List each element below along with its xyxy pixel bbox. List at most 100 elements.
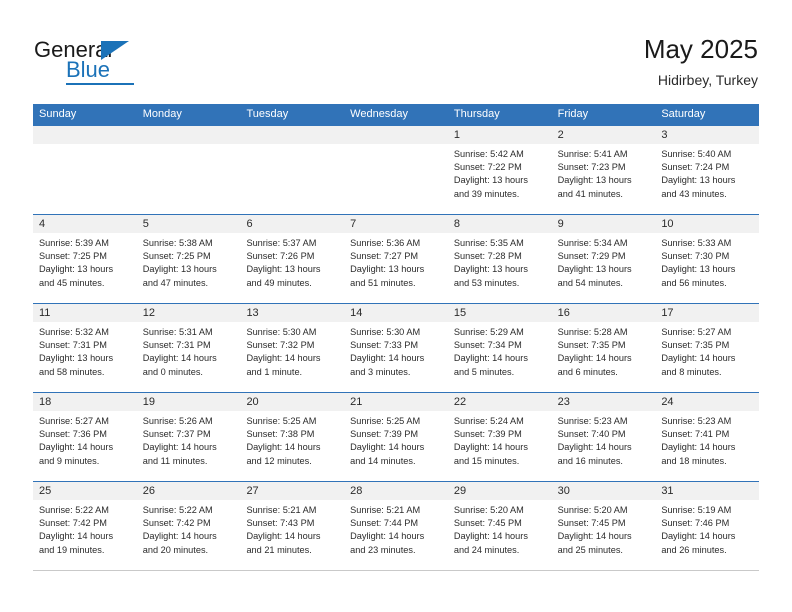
daylight-text-line2: and 39 minutes. <box>453 188 520 199</box>
daylight-text-line2: and 16 minutes. <box>557 455 623 466</box>
day-number: 21 <box>344 393 448 411</box>
daylight-text-line2: and 0 minutes. <box>142 366 203 377</box>
calendar-week-row: 11 Sunrise: 5:32 AM Sunset: 7:31 PM Dayl… <box>33 303 760 392</box>
weekday-header-wednesday: Wednesday <box>350 108 409 120</box>
daylight-text-line2: and 26 minutes. <box>661 544 727 555</box>
sunrise-text: Sunrise: 5:27 AM <box>39 416 109 426</box>
calendar-day-cell[interactable]: 2 Sunrise: 5:41 AM Sunset: 7:23 PM Dayli… <box>551 126 656 214</box>
sunrise-text: Sunrise: 5:31 AM <box>142 327 213 337</box>
calendar-day-cell[interactable]: 18 Sunrise: 5:27 AM Sunset: 7:36 PM Dayl… <box>33 393 137 481</box>
day-number: 22 <box>447 393 552 411</box>
calendar-day-cell[interactable]: 24 Sunrise: 5:23 AM Sunset: 7:41 PM Dayl… <box>655 393 760 481</box>
calendar-day-cell[interactable]: 23 Sunrise: 5:23 AM Sunset: 7:40 PM Dayl… <box>551 393 656 481</box>
sunset-text: Sunset: 7:26 PM <box>246 251 315 262</box>
calendar-day-cell[interactable]: 19 Sunrise: 5:26 AM Sunset: 7:37 PM Dayl… <box>136 393 241 481</box>
calendar-day-cell[interactable]: 17 Sunrise: 5:27 AM Sunset: 7:35 PM Dayl… <box>655 304 760 392</box>
daylight-text-line1: Daylight: 14 hours <box>350 442 425 453</box>
sunrise-text: Sunrise: 5:32 AM <box>39 327 109 337</box>
calendar-day-cell[interactable]: 20 Sunrise: 5:25 AM Sunset: 7:38 PM Dayl… <box>240 393 345 481</box>
day-details: Sunrise: 5:41 AM Sunset: 7:23 PM Dayligh… <box>552 144 656 201</box>
calendar-day-cell[interactable] <box>33 126 137 214</box>
calendar-day-cell[interactable]: 10 Sunrise: 5:33 AM Sunset: 7:30 PM Dayl… <box>655 215 760 303</box>
day-number: 2 <box>551 126 656 144</box>
daylight-text-line2: and 41 minutes. <box>557 188 623 199</box>
sunrise-text: Sunrise: 5:33 AM <box>661 238 732 248</box>
sunrise-text: Sunrise: 5:29 AM <box>453 327 524 337</box>
daylight-text-line2: and 12 minutes. <box>246 455 312 466</box>
day-details: Sunrise: 5:28 AM Sunset: 7:35 PM Dayligh… <box>552 322 656 379</box>
day-details: Sunrise: 5:26 AM Sunset: 7:37 PM Dayligh… <box>137 411 241 468</box>
sunset-text: Sunset: 7:45 PM <box>453 518 522 529</box>
calendar-day-cell[interactable]: 3 Sunrise: 5:40 AM Sunset: 7:24 PM Dayli… <box>655 126 760 214</box>
day-details: Sunrise: 5:30 AM Sunset: 7:33 PM Dayligh… <box>344 322 448 379</box>
daylight-text-line1: Daylight: 13 hours <box>350 264 425 275</box>
calendar-day-cell[interactable]: 28 Sunrise: 5:21 AM Sunset: 7:44 PM Dayl… <box>344 482 448 570</box>
calendar-day-cell[interactable]: 11 Sunrise: 5:32 AM Sunset: 7:31 PM Dayl… <box>33 304 137 392</box>
calendar-day-cell[interactable]: 9 Sunrise: 5:34 AM Sunset: 7:29 PM Dayli… <box>551 215 656 303</box>
day-number: 27 <box>240 482 345 500</box>
calendar-day-cell[interactable]: 30 Sunrise: 5:20 AM Sunset: 7:45 PM Dayl… <box>551 482 656 570</box>
daylight-text-line2: and 25 minutes. <box>557 544 623 555</box>
day-details: Sunrise: 5:25 AM Sunset: 7:38 PM Dayligh… <box>240 411 344 468</box>
calendar-day-cell[interactable]: 21 Sunrise: 5:25 AM Sunset: 7:39 PM Dayl… <box>344 393 448 481</box>
day-number: 3 <box>655 126 760 144</box>
day-details: Sunrise: 5:23 AM Sunset: 7:40 PM Dayligh… <box>552 411 656 468</box>
calendar-day-cell[interactable]: 26 Sunrise: 5:22 AM Sunset: 7:42 PM Dayl… <box>136 482 241 570</box>
daylight-text-line1: Daylight: 13 hours <box>453 264 528 275</box>
sunrise-text: Sunrise: 5:35 AM <box>453 238 524 248</box>
calendar-day-cell[interactable] <box>136 126 241 214</box>
daylight-text-line2: and 6 minutes. <box>557 366 618 377</box>
calendar-day-cell[interactable]: 25 Sunrise: 5:22 AM Sunset: 7:42 PM Dayl… <box>33 482 137 570</box>
calendar-day-cell[interactable]: 29 Sunrise: 5:20 AM Sunset: 7:45 PM Dayl… <box>447 482 552 570</box>
calendar-day-cell[interactable]: 22 Sunrise: 5:24 AM Sunset: 7:39 PM Dayl… <box>447 393 552 481</box>
day-number: 23 <box>551 393 656 411</box>
day-details: Sunrise: 5:39 AM Sunset: 7:25 PM Dayligh… <box>33 233 137 290</box>
day-details: Sunrise: 5:42 AM Sunset: 7:22 PM Dayligh… <box>448 144 552 201</box>
daylight-text-line2: and 45 minutes. <box>39 277 105 288</box>
calendar-day-cell[interactable]: 14 Sunrise: 5:30 AM Sunset: 7:33 PM Dayl… <box>344 304 448 392</box>
day-number: 7 <box>344 215 448 233</box>
calendar-day-cell[interactable]: 8 Sunrise: 5:35 AM Sunset: 7:28 PM Dayli… <box>447 215 552 303</box>
calendar-day-cell[interactable]: 13 Sunrise: 5:30 AM Sunset: 7:32 PM Dayl… <box>240 304 345 392</box>
sunset-text: Sunset: 7:32 PM <box>246 340 315 351</box>
general-blue-logo: General Blue <box>34 38 164 86</box>
calendar-bottom-divider <box>33 570 759 571</box>
day-number: 25 <box>33 482 137 500</box>
daylight-text-line2: and 8 minutes. <box>661 366 722 377</box>
weekday-header-monday: Monday <box>142 108 182 120</box>
calendar-day-cell[interactable]: 5 Sunrise: 5:38 AM Sunset: 7:25 PM Dayli… <box>136 215 241 303</box>
daylight-text-line1: Daylight: 14 hours <box>350 353 425 364</box>
day-number: 6 <box>240 215 345 233</box>
calendar-day-cell[interactable] <box>344 126 448 214</box>
daylight-text-line2: and 11 minutes. <box>142 455 208 466</box>
daylight-text-line1: Daylight: 13 hours <box>557 264 632 275</box>
sunrise-text: Sunrise: 5:21 AM <box>246 505 317 515</box>
daylight-text-line2: and 56 minutes. <box>661 277 727 288</box>
day-number: 15 <box>447 304 552 322</box>
day-details: Sunrise: 5:23 AM Sunset: 7:41 PM Dayligh… <box>655 411 759 468</box>
day-details: Sunrise: 5:20 AM Sunset: 7:45 PM Dayligh… <box>552 500 656 557</box>
weekday-header-tuesday: Tuesday <box>246 108 289 120</box>
calendar-day-cell[interactable]: 16 Sunrise: 5:28 AM Sunset: 7:35 PM Dayl… <box>551 304 656 392</box>
day-details: Sunrise: 5:34 AM Sunset: 7:29 PM Dayligh… <box>552 233 656 290</box>
sunset-text: Sunset: 7:39 PM <box>453 429 522 440</box>
daylight-text-line1: Daylight: 14 hours <box>661 353 736 364</box>
calendar-day-cell[interactable]: 27 Sunrise: 5:21 AM Sunset: 7:43 PM Dayl… <box>240 482 345 570</box>
calendar-day-cell[interactable]: 7 Sunrise: 5:36 AM Sunset: 7:27 PM Dayli… <box>344 215 448 303</box>
calendar-day-cell[interactable]: 15 Sunrise: 5:29 AM Sunset: 7:34 PM Dayl… <box>447 304 552 392</box>
calendar-day-cell[interactable]: 1 Sunrise: 5:42 AM Sunset: 7:22 PM Dayli… <box>447 126 552 214</box>
daylight-text-line2: and 9 minutes. <box>39 455 100 466</box>
daylight-text-line2: and 23 minutes. <box>350 544 416 555</box>
day-number: 26 <box>136 482 241 500</box>
sunset-text: Sunset: 7:35 PM <box>661 340 730 351</box>
sunset-text: Sunset: 7:25 PM <box>142 251 211 262</box>
calendar-day-cell[interactable]: 12 Sunrise: 5:31 AM Sunset: 7:31 PM Dayl… <box>136 304 241 392</box>
sunset-text: Sunset: 7:42 PM <box>142 518 211 529</box>
daylight-text-line2: and 20 minutes. <box>142 544 209 555</box>
calendar-day-cell[interactable] <box>240 126 345 214</box>
calendar-day-cell[interactable]: 4 Sunrise: 5:39 AM Sunset: 7:25 PM Dayli… <box>33 215 137 303</box>
calendar-day-cell[interactable]: 6 Sunrise: 5:37 AM Sunset: 7:26 PM Dayli… <box>240 215 345 303</box>
sunset-text: Sunset: 7:38 PM <box>246 429 315 440</box>
calendar-day-cell[interactable]: 31 Sunrise: 5:19 AM Sunset: 7:46 PM Dayl… <box>655 482 760 570</box>
daylight-text-line1: Daylight: 14 hours <box>39 442 114 453</box>
